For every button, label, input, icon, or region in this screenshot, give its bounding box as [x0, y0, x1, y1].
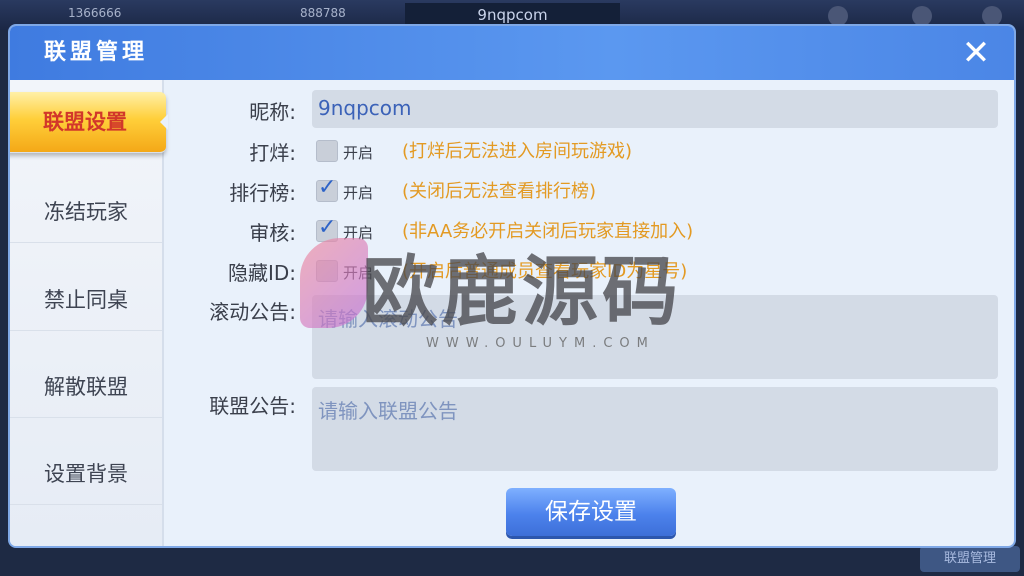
user-id-text: 1366666: [68, 6, 122, 20]
leaderboard-checkbox[interactable]: [316, 175, 338, 202]
close-room-checkbox[interactable]: [316, 140, 338, 162]
hide-id-label: 隐藏ID:: [227, 261, 296, 285]
sidebar-item-freeze-player[interactable]: 冻结玩家: [10, 182, 162, 243]
alliance-notice-label: 联盟公告:: [209, 394, 296, 418]
scroll-notice-label: 滚动公告:: [209, 300, 296, 324]
review-label: 审核:: [249, 221, 296, 245]
leaderboard-checkbox-label: 开启: [343, 184, 374, 202]
room-title: 9nqpcom: [405, 3, 620, 27]
alliance-management-dialog: 联盟管理 ✕ 联盟设置 冻结玩家 禁止同桌 解散联盟 设置背景 昵称: 9nqp…: [10, 26, 1014, 546]
menu-icon: [982, 6, 1002, 26]
hide-id-checkbox-label: 开启: [343, 264, 374, 282]
review-checkbox-label: 开启: [343, 224, 374, 242]
sidebar-item-alliance-settings[interactable]: 联盟设置: [10, 92, 168, 153]
review-hint: (非AA务必开启关闭后玩家直接加入): [402, 221, 694, 242]
save-settings-button[interactable]: 保存设置: [506, 488, 676, 536]
nickname-label: 昵称:: [249, 100, 296, 124]
leaderboard-hint: (关闭后无法查看排行榜): [402, 181, 597, 202]
nickname-input[interactable]: 9nqpcom: [312, 90, 998, 128]
coin-count: 888788: [300, 6, 346, 20]
close-room-label: 打烊:: [249, 141, 296, 165]
close-icon[interactable]: ✕: [958, 35, 994, 71]
sidebar-item-set-background[interactable]: 设置背景: [10, 444, 162, 505]
sidebar: 联盟设置 冻结玩家 禁止同桌 解散联盟 设置背景: [10, 80, 168, 546]
service-icon: [912, 6, 932, 26]
sidebar-item-dissolve-alliance[interactable]: 解散联盟: [10, 357, 162, 418]
hide-id-hint: (开启后普通成员查看玩家ID为星号): [402, 261, 688, 282]
alliance-manage-button: 联盟管理: [920, 546, 1020, 572]
sidebar-item-no-same-table[interactable]: 禁止同桌: [10, 270, 162, 331]
alliance-notice-input[interactable]: 请输入联盟公告: [312, 387, 998, 471]
settings-icon: [828, 6, 848, 26]
review-checkbox[interactable]: [316, 215, 338, 242]
close-room-hint: (打烊后无法进入房间玩游戏): [402, 141, 633, 162]
hide-id-checkbox[interactable]: [316, 260, 338, 282]
dialog-titlebar: 联盟管理 ✕: [10, 26, 1014, 80]
dialog-title: 联盟管理: [44, 40, 149, 65]
close-room-checkbox-label: 开启: [343, 144, 374, 162]
leaderboard-label: 排行榜:: [229, 181, 296, 205]
scroll-notice-input[interactable]: 请输入滚动公告: [312, 295, 998, 379]
